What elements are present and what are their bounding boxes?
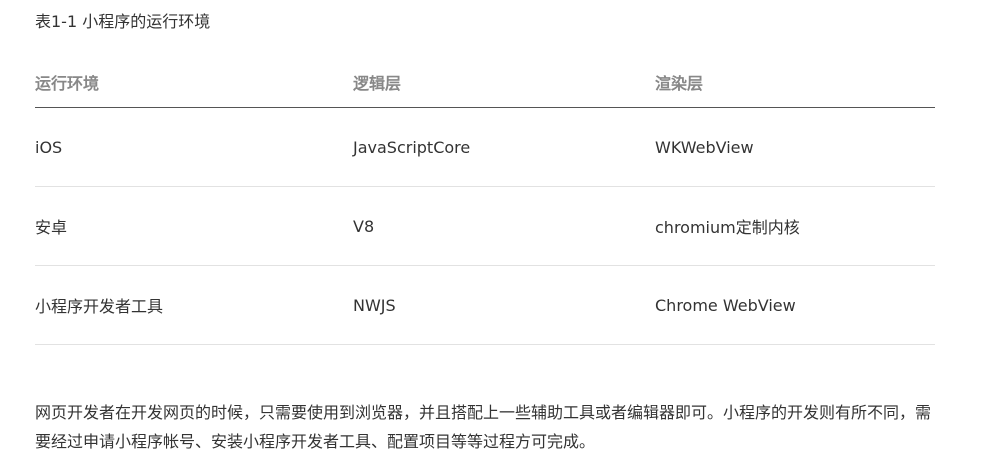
table-header-row: 运行环境 逻辑层 渲染层 [35, 56, 935, 108]
table-header: 运行环境 逻辑层 渲染层 [35, 56, 935, 108]
table-cell: 小程序开发者工具 [35, 265, 353, 345]
header-logic-layer: 逻辑层 [353, 56, 655, 108]
runtime-environment-table: 运行环境 逻辑层 渲染层 iOS JavaScriptCore WKWebVie… [35, 56, 935, 345]
table-body: iOS JavaScriptCore WKWebView 安卓 V8 chrom… [35, 107, 935, 345]
table-caption: 表1-1 小程序的运行环境 [35, 12, 211, 31]
table-cell: JavaScriptCore [353, 107, 655, 187]
table-cell: NWJS [353, 265, 655, 345]
body-paragraph: 网页开发者在开发网页的时候，只需要使用到浏览器，并且搭配上一些辅助工具或者编辑器… [35, 403, 932, 451]
table-cell: Chrome WebView [655, 265, 935, 345]
table-row: iOS JavaScriptCore WKWebView [35, 107, 935, 187]
table-cell: V8 [353, 186, 655, 266]
table-row: 小程序开发者工具 NWJS Chrome WebView [35, 265, 935, 345]
table-cell: WKWebView [655, 107, 935, 187]
table-cell: iOS [35, 107, 353, 187]
table-cell: chromium定制内核 [655, 186, 935, 266]
table-row: 安卓 V8 chromium定制内核 [35, 186, 935, 266]
header-runtime-environment: 运行环境 [35, 56, 353, 108]
header-render-layer: 渲染层 [655, 56, 935, 108]
table-cell: 安卓 [35, 186, 353, 266]
